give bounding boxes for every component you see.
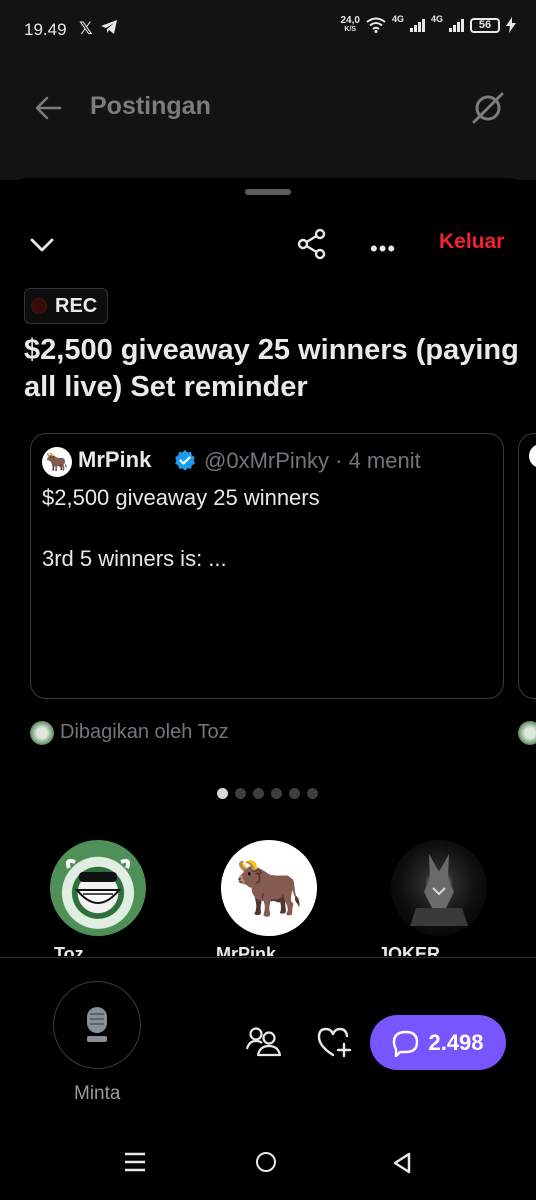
page-dot[interactable] xyxy=(307,788,318,799)
speaker-avatar-joker[interactable] xyxy=(391,840,487,936)
request-mic-button[interactable] xyxy=(53,981,141,1069)
microphone-icon xyxy=(87,1007,107,1042)
wifi-icon xyxy=(366,17,386,33)
comments-count: 2.498 xyxy=(428,1029,484,1055)
next-tweet-avatar xyxy=(529,444,536,468)
signal-icon-2 xyxy=(449,18,464,32)
troll-face-icon xyxy=(65,858,131,904)
home-icon[interactable] xyxy=(256,1152,276,1172)
more-options-button[interactable]: ••• xyxy=(370,236,396,262)
rec-badge: REC xyxy=(24,288,109,324)
page-dot[interactable] xyxy=(271,788,282,799)
battery-icon: 56 xyxy=(470,17,500,33)
network-type-1: 4G xyxy=(391,14,404,24)
speaker-name: MrPink xyxy=(216,944,277,956)
page-dot[interactable] xyxy=(217,788,228,799)
speaker-avatar-toz[interactable] xyxy=(50,840,146,936)
drag-handle[interactable] xyxy=(245,189,291,195)
back-arrow-icon[interactable] xyxy=(34,94,62,122)
share-icon[interactable] xyxy=(296,228,328,260)
speaker-name: JOKER xyxy=(378,944,441,956)
leave-button[interactable]: Keluar xyxy=(439,230,504,254)
net-speed-value: 24,0 xyxy=(340,15,360,26)
tweet-text-line1: $2,500 giveaway 25 winners xyxy=(42,485,320,510)
charging-icon xyxy=(506,17,516,33)
speaker-names-row: Toz MrPink JOKER xyxy=(0,944,536,956)
tweet-author-avatar[interactable]: 🐂 xyxy=(42,447,72,477)
page-dot[interactable] xyxy=(289,788,300,799)
chevron-down-icon[interactable] xyxy=(28,230,56,258)
page-dot[interactable] xyxy=(235,788,246,799)
request-label: Minta xyxy=(74,1083,121,1104)
tweet-text-line2: 3rd 5 winners is: ... xyxy=(42,546,227,571)
participants-icon[interactable] xyxy=(244,1025,282,1057)
next-sharer-avatar xyxy=(518,721,536,745)
sharer-avatar xyxy=(30,721,54,745)
x-app-icon: 𝕏 xyxy=(79,19,93,38)
grok-icon[interactable] xyxy=(470,90,506,126)
dark-knight-icon xyxy=(410,854,468,926)
page-title: Postingan xyxy=(90,92,211,120)
page-dot[interactable] xyxy=(253,788,264,799)
net-speed-unit: K/S xyxy=(344,26,357,33)
telegram-icon xyxy=(101,20,117,34)
shared-by-label: Dibagikan oleh Toz xyxy=(60,721,229,743)
tweet-handle-time: @0xMrPinky · 4 menit xyxy=(204,448,421,473)
comments-button[interactable]: 2.498 xyxy=(370,1015,506,1070)
rec-dot-icon xyxy=(31,298,47,314)
speaker-avatar-mrpink[interactable]: 🐂 xyxy=(221,840,317,936)
divider xyxy=(0,957,536,958)
comment-icon xyxy=(393,1030,419,1057)
signal-icon-1 xyxy=(409,18,425,32)
speaker-name: Toz xyxy=(54,944,84,956)
rec-label: REC xyxy=(55,294,98,317)
network-type-2: 4G xyxy=(430,14,443,24)
status-indicators: 24,0 K/S 4G 4G 56 xyxy=(341,14,516,34)
nav-back-icon[interactable] xyxy=(392,1152,412,1174)
background-header xyxy=(0,60,536,180)
carousel-pagination xyxy=(217,788,318,799)
tweet-author-name[interactable]: MrPink xyxy=(78,447,151,473)
recent-apps-icon[interactable] xyxy=(124,1152,146,1172)
status-time: 19.49 xyxy=(24,20,67,39)
net-speed: 24,0 K/S xyxy=(341,16,360,34)
next-tweet-card[interactable] xyxy=(518,433,536,699)
verified-badge-icon xyxy=(175,450,195,471)
space-title: $2,500 giveaway 25 winners (paying all l… xyxy=(24,334,519,403)
heart-add-icon[interactable] xyxy=(316,1026,354,1058)
battery-level: 56 xyxy=(478,19,492,31)
